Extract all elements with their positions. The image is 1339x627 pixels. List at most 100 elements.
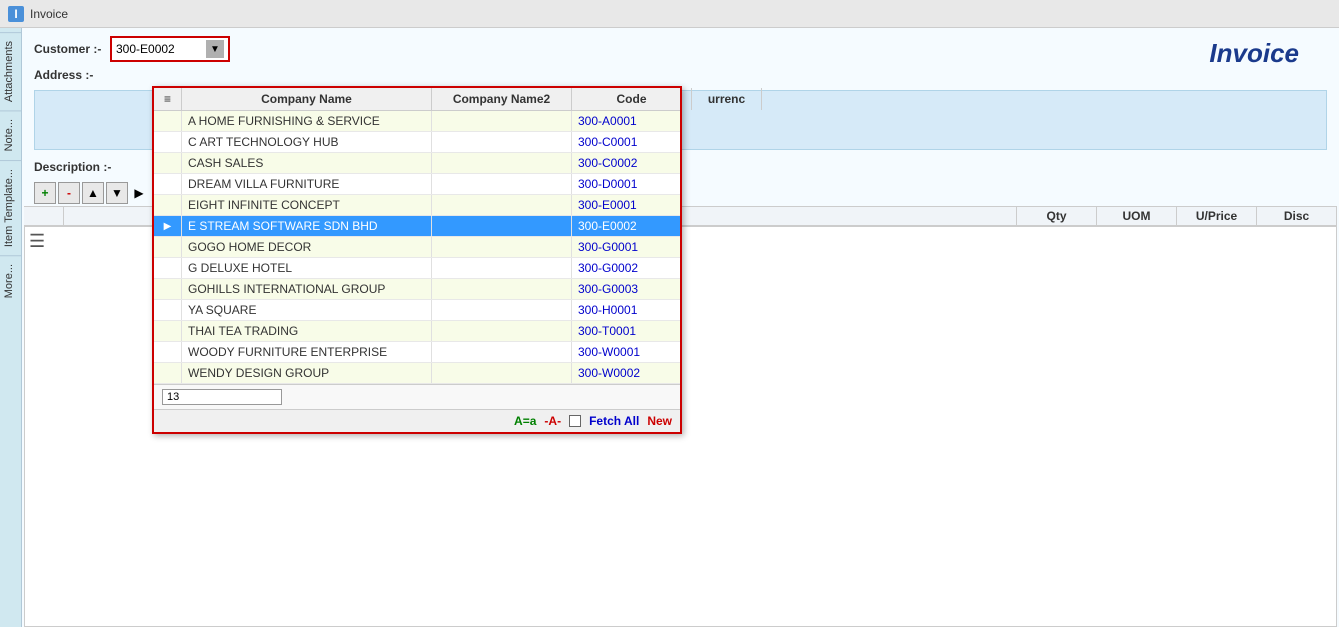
row-code: 300-G0001 [572,237,680,257]
customer-dropdown-popup: ≡ Company Name Company Name2 Code urrenc… [152,86,682,434]
popup-list-item[interactable]: GOHILLS INTERNATIONAL GROUP300-G0003SGD [154,279,680,300]
row-company-name2 [432,195,572,215]
customer-value: 300-E0002 [116,42,175,56]
th-uom: UOM [1097,207,1177,225]
row-company-name: A HOME FURNISHING & SERVICE [182,111,432,131]
popup-list-item[interactable]: G DELUXE HOTEL300-G0002---- [154,258,680,279]
popup-rows: A HOME FURNISHING & SERVICE300-A0001----… [154,111,680,384]
row-indicator [154,321,182,341]
row-company-name2 [432,321,572,341]
row-company-name2 [432,153,572,173]
a-link[interactable]: -A- [544,414,561,428]
move-up-button[interactable]: ▲ [82,182,104,204]
popup-count-row [154,384,680,409]
sidebar-item-more[interactable]: More... [0,255,21,306]
sidebar-item-item-template[interactable]: Item Template... [0,160,21,255]
row-indicator [154,153,182,173]
row-company-name: THAI TEA TRADING [182,321,432,341]
customer-dropdown[interactable]: 300-E0002 ▼ [110,36,230,62]
popup-header-currency: urrenc [692,88,762,110]
row-company-name2 [432,216,572,236]
popup-list-item[interactable]: ▶E STREAM SOFTWARE SDN BHD300-E0002---- [154,216,680,237]
count-input[interactable] [162,389,282,405]
row-indicator [154,258,182,278]
description-label: Description :- [34,160,111,174]
th-indicator [24,207,64,225]
popup-list-item[interactable]: C ART TECHNOLOGY HUB300-C0001---- [154,132,680,153]
row-indicator [154,363,182,383]
row-company-name: GOHILLS INTERNATIONAL GROUP [182,279,432,299]
customer-row: Customer :- 300-E0002 ▼ [34,36,1327,62]
popup-list-item[interactable]: EIGHT INFINITE CONCEPT300-E0001---- [154,195,680,216]
row-code: 300-G0003 [572,279,680,299]
row-company-name: G DELUXE HOTEL [182,258,432,278]
popup-list-item[interactable]: A HOME FURNISHING & SERVICE300-A0001---- [154,111,680,132]
row-code: 300-H0001 [572,300,680,320]
invoice-title: Invoice [1209,38,1299,69]
row-indicator [154,300,182,320]
popup-list-item[interactable]: THAI TEA TRADING300-T0001---- [154,321,680,342]
row-company-name: WENDY DESIGN GROUP [182,363,432,383]
row-company-name2 [432,363,572,383]
row-company-name: DREAM VILLA FURNITURE [182,174,432,194]
add-button[interactable]: + [34,182,56,204]
move-down-button[interactable]: ▼ [106,182,128,204]
remove-button[interactable]: - [58,182,80,204]
row-company-name: YA SQUARE [182,300,432,320]
row-code: 300-E0001 [572,195,680,215]
row-code: 300-E0002 [572,216,680,236]
popup-header-company-name2: Company Name2 [432,88,572,110]
row-company-name2 [432,237,572,257]
new-link[interactable]: New [647,414,672,428]
row-indicator [154,111,182,131]
popup-header-indicator: ≡ [154,88,182,110]
popup-header-code: Code [572,88,692,110]
arrow-indicator: ▶ [130,184,148,202]
row-indicator: ▶ [154,216,182,236]
row-company-name: EIGHT INFINITE CONCEPT [182,195,432,215]
row-code: 300-A0001 [572,111,680,131]
row-company-name: CASH SALES [182,153,432,173]
popup-list-item[interactable]: WOODY FURNITURE ENTERPRISE300-W0001---- [154,342,680,363]
sidebar-item-note[interactable]: Note... [0,110,21,159]
row-company-name: WOODY FURNITURE ENTERPRISE [182,342,432,362]
sidebar-item-attachments[interactable]: Attachments [0,32,21,110]
row-code: 300-T0001 [572,321,680,341]
popup-footer: A=a -A- Fetch All New [154,409,680,432]
fetch-all-link[interactable]: Fetch All [589,414,639,428]
fetch-all-checkbox[interactable] [569,415,581,427]
popup-list-item[interactable]: YA SQUARE300-H0001USD [154,300,680,321]
th-qty: Qty [1017,207,1097,225]
content-area: Invoice Customer :- 300-E0002 ▼ Address … [22,28,1339,627]
title-bar: I Invoice [0,0,1339,28]
address-row: Address :- [34,68,1327,82]
popup-list-item[interactable]: CASH SALES300-C0002---- [154,153,680,174]
row-company-name2 [432,279,572,299]
row-code: 300-C0002 [572,153,680,173]
popup-list-item[interactable]: WENDY DESIGN GROUP300-W0002---- [154,363,680,384]
popup-list-item[interactable]: DREAM VILLA FURNITURE300-D0001---- [154,174,680,195]
left-tabs: Attachments Note... Item Template... Mor… [0,28,22,627]
row-company-name2 [432,300,572,320]
row-indicator [154,195,182,215]
row-indicator [154,342,182,362]
window-title: Invoice [30,7,68,21]
dropdown-arrow-icon[interactable]: ▼ [206,40,224,58]
row-indicator [154,279,182,299]
row-code: 300-W0002 [572,363,680,383]
row-code: 300-G0002 [572,258,680,278]
main-area: Attachments Note... Item Template... Mor… [0,28,1339,627]
row-code: 300-D0001 [572,174,680,194]
row-company-name: GOGO HOME DECOR [182,237,432,257]
row-indicator [154,237,182,257]
row-indicator-icon: ☰ [29,231,45,252]
aza-link[interactable]: A=a [514,414,536,428]
row-code: 300-W0001 [572,342,680,362]
row-company-name: C ART TECHNOLOGY HUB [182,132,432,152]
popup-header-company-name: Company Name [182,88,432,110]
row-company-name2 [432,342,572,362]
popup-list-item[interactable]: GOGO HOME DECOR300-G0001---- [154,237,680,258]
popup-header: ≡ Company Name Company Name2 Code urrenc [154,88,680,111]
row-company-name2 [432,258,572,278]
row-code: 300-C0001 [572,132,680,152]
